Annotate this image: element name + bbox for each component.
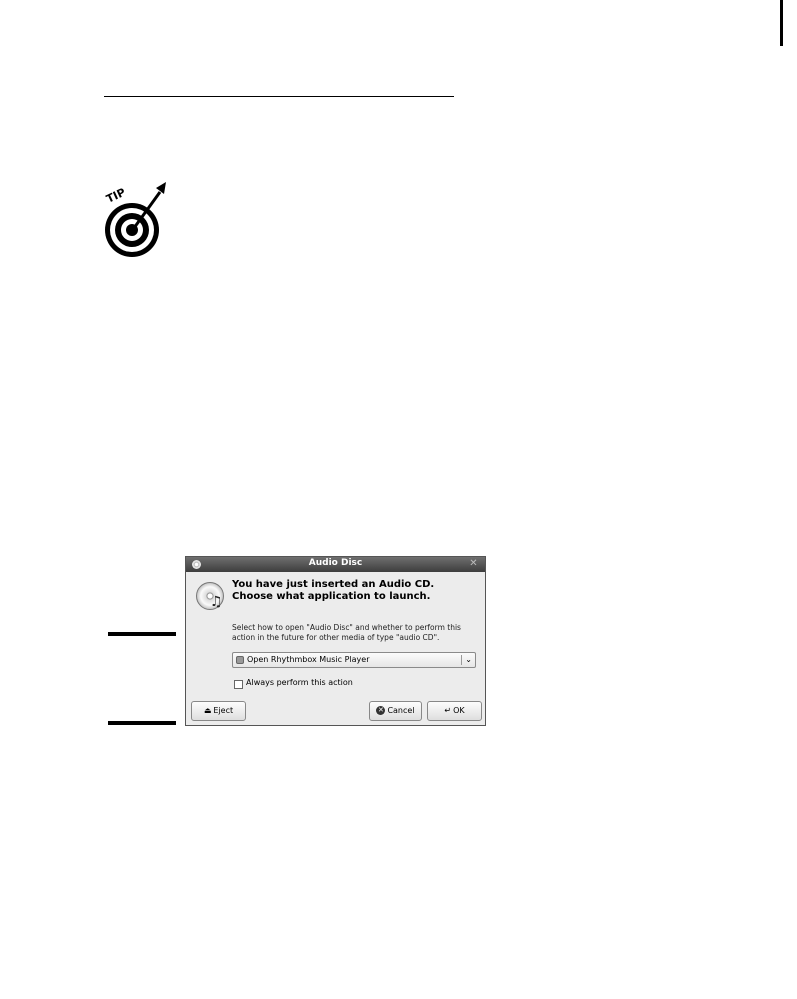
cancel-icon: ✕ [376,706,386,715]
dialog-title: Audio Disc [308,558,363,568]
rhythmbox-icon [236,656,244,664]
header-rule [104,96,454,97]
application-select[interactable]: Open Rhythmbox Music Player ⌄ [232,652,476,668]
tip-label: TIP [104,186,127,206]
cancel-button[interactable]: ✕ Cancel [369,701,422,721]
ok-icon: ↵ [444,706,452,715]
ok-button-label: OK [453,706,465,715]
dialog-description: Select how to open "Audio Disc" and whet… [232,623,461,642]
dialog-titlebar: Audio Disc ✕ [186,557,485,572]
eject-button-label: Eject [213,706,234,715]
dialog-heading: You have just inserted an Audio CD. Choo… [232,579,435,602]
callout-marker [108,632,176,636]
tip-target-icon: TIP [104,182,166,257]
always-perform-label[interactable]: Always perform this action [246,677,353,689]
always-perform-checkbox[interactable] [234,680,243,689]
combo-divider [461,655,462,665]
crop-mark [780,0,783,46]
audio-disc-dialog: Audio Disc ✕ ♫ You have just inserted an… [185,556,486,726]
callout-marker [108,721,176,725]
eject-icon: ⏏ [203,706,212,715]
cancel-button-label: Cancel [387,706,415,715]
close-icon[interactable]: ✕ [467,558,480,570]
ok-button[interactable]: ↵ OK [427,701,482,721]
chevron-down-icon: ⌄ [465,655,472,664]
eject-button[interactable]: ⏏ Eject [191,701,246,721]
application-select-value: Open Rhythmbox Music Player [247,655,370,664]
music-note-icon: ♫ [210,594,223,610]
